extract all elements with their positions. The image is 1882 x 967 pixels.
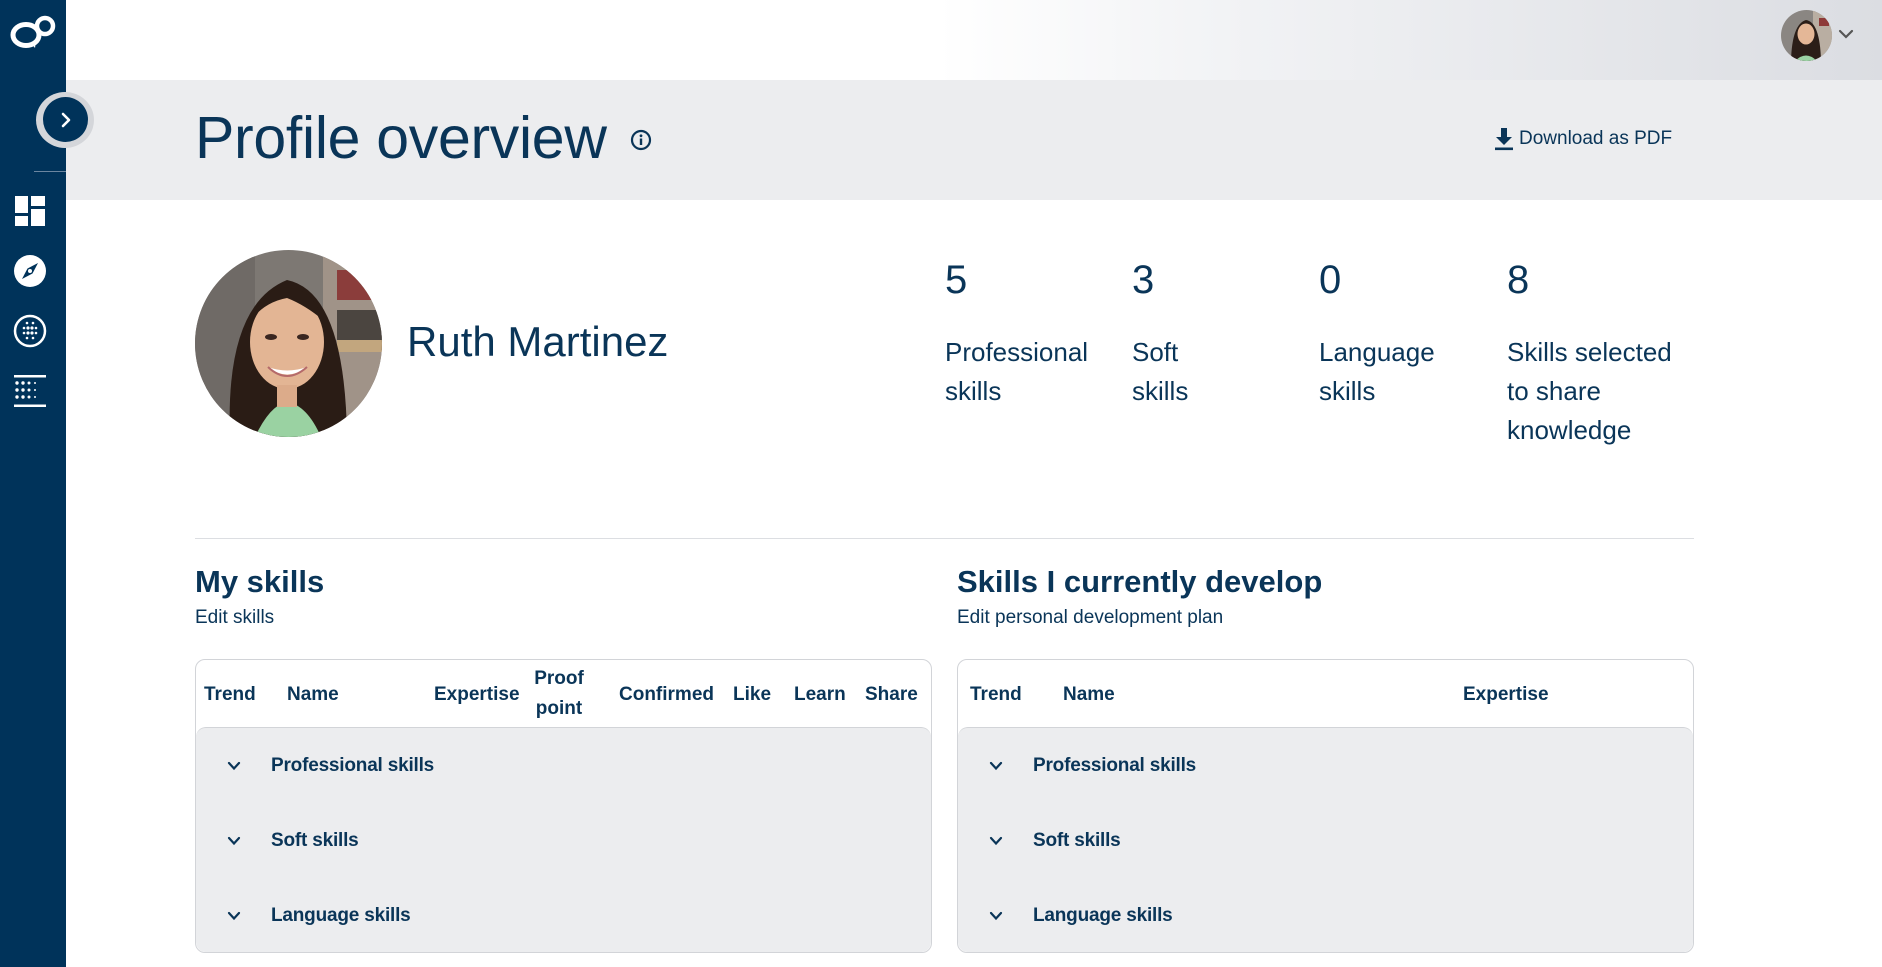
- group-label: Soft skills: [271, 830, 359, 852]
- my-skills-table-body: Professional skills Soft skills Language…: [196, 727, 931, 952]
- edit-development-plan-link[interactable]: Edit personal development plan: [957, 607, 1223, 629]
- chevron-down-icon: [226, 835, 242, 847]
- chevron-down-icon: [226, 760, 242, 772]
- my-skills-table: Trend Name Expertise Proof point Confirm…: [195, 659, 932, 953]
- chevron-right-icon: [59, 112, 73, 128]
- stat-soft-skills: 3 Soft skills: [1132, 255, 1312, 411]
- column-header-name[interactable]: Name: [1063, 680, 1115, 710]
- user-photo: [1781, 10, 1832, 61]
- chevron-down-icon: [226, 910, 242, 922]
- group-label: Professional skills: [271, 755, 434, 777]
- column-header-like[interactable]: Like: [733, 680, 771, 710]
- globe-dots-icon: [13, 314, 47, 348]
- group-row-language-skills[interactable]: Language skills: [196, 886, 931, 946]
- section-divider: [195, 538, 1694, 539]
- stat-label: Professional skills: [945, 333, 1105, 411]
- user-avatar[interactable]: [1781, 10, 1832, 61]
- chevron-down-icon[interactable]: [1838, 28, 1854, 40]
- download-pdf-label: Download as PDF: [1519, 128, 1672, 150]
- sidebar-toggle-button[interactable]: [43, 97, 88, 142]
- dashboard-icon: [15, 196, 45, 226]
- stat-value: 8: [1507, 255, 1687, 311]
- develop-skills-table: Trend Name Expertise Professional skills…: [957, 659, 1694, 953]
- profile-photo: [195, 250, 382, 437]
- stat-label: Language skills: [1319, 333, 1449, 411]
- stat-label: Skills selected to share knowledge: [1507, 333, 1692, 450]
- download-pdf-button[interactable]: Download as PDF: [1493, 127, 1672, 151]
- my-skills-title: My skills: [195, 564, 324, 600]
- nav-item-dashboard[interactable]: [13, 194, 47, 228]
- stat-value: 3: [1132, 255, 1312, 311]
- column-header-trend[interactable]: Trend: [204, 680, 256, 710]
- group-label: Language skills: [1033, 905, 1173, 927]
- group-row-professional-skills[interactable]: Professional skills: [196, 736, 931, 796]
- column-header-proof-point[interactable]: Proof point: [534, 664, 584, 724]
- column-header-learn[interactable]: Learn: [794, 680, 846, 710]
- column-header-expertise[interactable]: Expertise: [1463, 680, 1549, 710]
- group-row-soft-skills[interactable]: Soft skills: [196, 811, 931, 871]
- nav-item-skills-matrix[interactable]: [13, 374, 47, 408]
- nav-item-network[interactable]: [13, 314, 47, 348]
- develop-skills-title: Skills I currently develop: [957, 564, 1322, 600]
- stat-value: 5: [945, 255, 1125, 311]
- top-bar: [66, 0, 1882, 80]
- column-header-trend[interactable]: Trend: [970, 680, 1022, 710]
- profile-name: Ruth Martinez: [407, 318, 668, 366]
- stat-professional-skills: 5 Professional skills: [945, 255, 1125, 411]
- group-label: Professional skills: [1033, 755, 1196, 777]
- compass-icon: [13, 254, 47, 288]
- column-header-name[interactable]: Name: [287, 680, 339, 710]
- stat-language-skills: 0 Language skills: [1319, 255, 1499, 411]
- stat-value: 0: [1319, 255, 1499, 311]
- app-logo-icon[interactable]: [9, 14, 57, 50]
- nav-item-explore[interactable]: [13, 254, 47, 288]
- edit-skills-link[interactable]: Edit skills: [195, 607, 274, 629]
- group-label: Soft skills: [1033, 830, 1121, 852]
- stat-label: Soft skills: [1132, 333, 1212, 411]
- stat-shared-skills: 8 Skills selected to share knowledge: [1507, 255, 1687, 450]
- chevron-down-icon: [988, 910, 1004, 922]
- grid-list-icon: [14, 375, 46, 407]
- page-title: Profile overview: [195, 104, 607, 172]
- column-header-confirmed[interactable]: Confirmed: [619, 680, 714, 710]
- chevron-down-icon: [988, 835, 1004, 847]
- chevron-down-icon: [988, 760, 1004, 772]
- info-icon[interactable]: [630, 129, 652, 151]
- develop-skills-table-body: Professional skills Soft skills Language…: [958, 727, 1693, 952]
- group-label: Language skills: [271, 905, 411, 927]
- column-header-expertise[interactable]: Expertise: [434, 680, 520, 710]
- group-row-professional-skills[interactable]: Professional skills: [958, 736, 1693, 796]
- sidebar-divider: [34, 171, 66, 172]
- column-header-share[interactable]: Share: [865, 680, 918, 710]
- group-row-soft-skills[interactable]: Soft skills: [958, 811, 1693, 871]
- download-icon: [1493, 127, 1515, 151]
- group-row-language-skills[interactable]: Language skills: [958, 886, 1693, 946]
